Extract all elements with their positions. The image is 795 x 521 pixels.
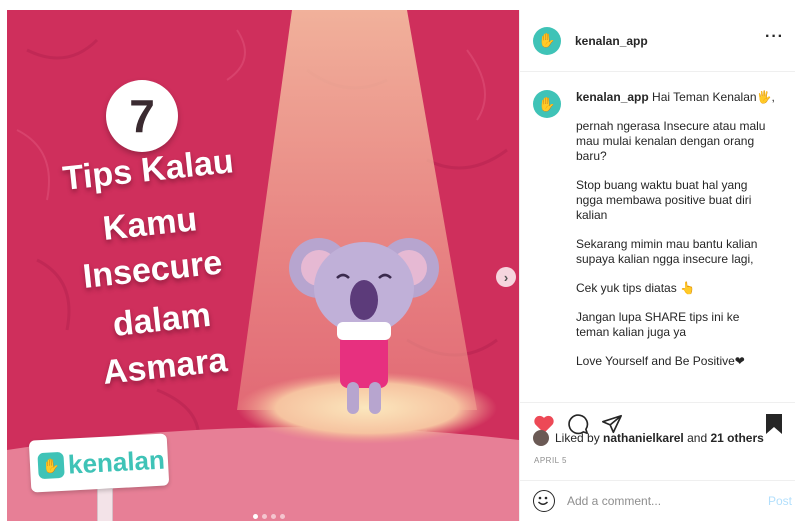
caption-area: ✋ kenalan_app Hai Teman Kenalan🖐, pernah… <box>520 72 795 402</box>
liker-username[interactable]: nathanielkarel <box>603 431 684 445</box>
likes-others-link[interactable]: 21 others <box>710 431 763 445</box>
instagram-post: 7 Tips Kalau Kamu Insecure dalam Asmara … <box>0 0 795 521</box>
caption-avatar[interactable]: ✋ <box>533 90 561 118</box>
liker-avatar[interactable] <box>533 430 549 446</box>
bookmark-icon[interactable] <box>762 412 786 436</box>
more-options-icon[interactable]: ··· <box>765 28 784 46</box>
caption-paragraph: Stop buang waktu buat hal yang ngga memb… <box>576 178 752 222</box>
kenalan-logo-icon: ✋ <box>37 451 65 480</box>
slide-indicator <box>253 514 285 519</box>
brand-name: kenalan <box>67 444 166 480</box>
caption-row: ✋ kenalan_app Hai Teman Kenalan🖐, pernah… <box>533 90 782 369</box>
comment-input[interactable] <box>567 494 747 508</box>
sign-post <box>97 488 113 521</box>
next-slide-button[interactable]: › <box>496 267 516 287</box>
post-comment-button[interactable]: Post <box>768 494 792 508</box>
header-username[interactable]: kenalan_app <box>575 34 648 48</box>
brand-sign: ✋ kenalan <box>28 433 170 493</box>
post-date: APRIL 5 <box>534 456 567 465</box>
slide-dot <box>271 514 276 519</box>
post-header: ✋ kenalan_app ··· <box>520 10 795 72</box>
likes-prefix: Liked by <box>555 431 600 445</box>
caption-username[interactable]: kenalan_app <box>576 90 649 104</box>
caption-first-line: Hai Teman Kenalan🖐, <box>652 90 775 104</box>
post-sidebar: ✋ kenalan_app ··· ✋ kenalan_app Hai Tema… <box>519 10 795 521</box>
caption-paragraph: Love Yourself and Be Positive❤ <box>576 354 745 368</box>
comment-box: Post <box>520 480 795 521</box>
caption-paragraph: Sekarang mimin mau bantu kalian supaya k… <box>576 237 758 266</box>
slide-dot <box>262 514 267 519</box>
caption-paragraph: Jangan lupa SHARE tips ini ke teman kali… <box>576 310 740 339</box>
tip-number-badge: 7 <box>106 80 178 152</box>
caption-text: kenalan_app Hai Teman Kenalan🖐, pernah n… <box>576 90 776 369</box>
likes-summary: Liked by nathanielkarel and 21 others <box>533 430 764 446</box>
post-media[interactable]: 7 Tips Kalau Kamu Insecure dalam Asmara … <box>7 10 519 521</box>
likes-and: and <box>687 431 708 445</box>
emoji-icon[interactable] <box>533 490 555 512</box>
avatar[interactable]: ✋ <box>533 26 561 55</box>
caption-paragraph: Cek yuk tips diatas 👆 <box>576 281 695 295</box>
slide-dot <box>280 514 285 519</box>
caption-paragraph: pernah ngerasa Insecure atau malu mau mu… <box>576 119 766 163</box>
chevron-right-icon: › <box>503 269 509 285</box>
slide-dot <box>253 514 258 519</box>
